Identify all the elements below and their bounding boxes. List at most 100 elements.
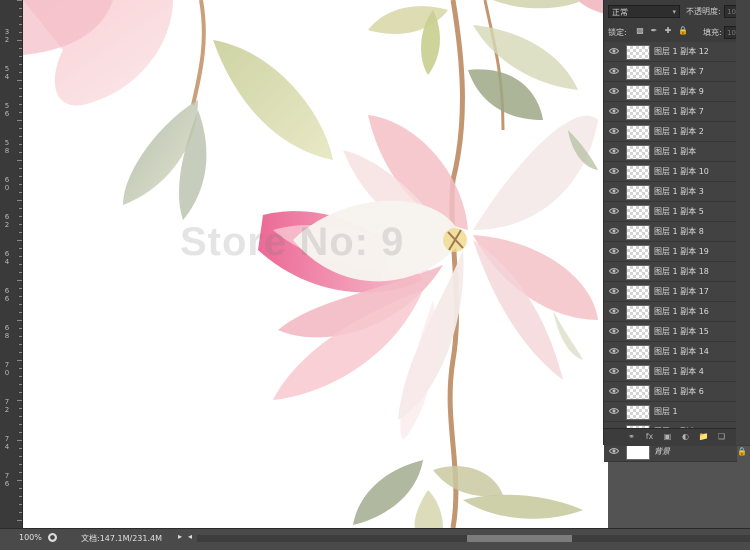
ruler-tick	[0, 496, 22, 497]
horizontal-scrollbar[interactable]	[197, 535, 750, 542]
layer-thumbnail	[626, 385, 650, 400]
layer-thumbnail	[626, 205, 650, 220]
layer-row[interactable]: 图层 1 副本 16	[604, 302, 737, 322]
layer-thumbnail	[626, 245, 650, 260]
ruler-tick	[0, 312, 22, 313]
eye-icon[interactable]	[609, 47, 619, 55]
eye-icon[interactable]	[609, 447, 619, 455]
ruler-tick	[0, 88, 22, 89]
layer-row[interactable]: 图层 1 副本 4	[604, 362, 737, 382]
ruler-tick	[0, 320, 22, 321]
blend-mode-select[interactable]: 正常 ▾	[608, 5, 680, 18]
eye-icon[interactable]	[609, 127, 619, 135]
mask-icon[interactable]: ▣	[662, 432, 673, 442]
eye-icon[interactable]	[609, 107, 619, 115]
eye-icon[interactable]	[609, 187, 619, 195]
eye-icon[interactable]	[609, 287, 619, 295]
ruler-tick	[0, 280, 22, 281]
eye-icon[interactable]	[609, 147, 619, 155]
layer-name: 图层 1 副本 10	[654, 167, 709, 176]
eye-icon[interactable]	[609, 367, 619, 375]
ruler-label: 6 2	[4, 213, 10, 229]
ruler-tick	[0, 464, 22, 465]
layer-name: 图层 1 副本 6	[654, 387, 704, 396]
ruler-tick	[0, 56, 22, 57]
layer-row[interactable]: 图层 1 副本 3	[604, 182, 737, 202]
eye-icon[interactable]	[609, 347, 619, 355]
lock-all-icon[interactable]: 🔒	[678, 27, 688, 35]
ruler-tick	[0, 432, 22, 433]
eye-icon[interactable]	[609, 407, 619, 415]
layers-panel: 正常 ▾ 不透明度: 100% 锁定: ▩ ✒ ✚ 🔒 填充: 100% 图层 …	[603, 0, 750, 462]
ruler-tick	[0, 488, 22, 489]
scroll-left-icon[interactable]: ◂	[188, 532, 192, 541]
ruler-tick	[0, 344, 22, 345]
vertical-ruler: 3 2 5 4 5 6 5 8 6 0 6 2 6 4 6 6 6 8 7 0 7 2 7 4 7 6	[0, 0, 23, 528]
layer-row[interactable]: 图层 1 副本 12	[604, 42, 737, 62]
layer-thumbnail	[626, 125, 650, 140]
layer-row[interactable]: 图层 1 副本 18	[604, 262, 737, 282]
layer-thumbnail	[626, 45, 650, 60]
ruler-tick	[0, 128, 22, 129]
zoom-level[interactable]: 100%	[19, 533, 42, 542]
ruler-label: 6 4	[4, 250, 10, 266]
eye-icon[interactable]	[609, 327, 619, 335]
ruler-tick	[0, 24, 22, 25]
layer-row[interactable]: 图层 1 副本 9	[604, 82, 737, 102]
ruler-label: 5 4	[4, 65, 10, 81]
document-canvas[interactable]: Store No: 9	[23, 0, 608, 528]
layer-row[interactable]: 图层 1 副本 15	[604, 322, 737, 342]
eye-icon[interactable]	[609, 207, 619, 215]
info-icon[interactable]: ●	[48, 533, 57, 542]
layer-row[interactable]: 图层 1 副本	[604, 142, 737, 162]
layers-panel-toolbar: ⚭fx▣◐📁❏🗑	[604, 428, 750, 446]
layer-row[interactable]: 图层 1 副本 8	[604, 222, 737, 242]
layer-row[interactable]: 图层 1	[604, 402, 737, 422]
eye-icon[interactable]	[609, 247, 619, 255]
horizontal-scroll-thumb[interactable]	[467, 535, 572, 542]
eye-icon[interactable]	[609, 307, 619, 315]
layer-name: 图层 1 副本 9	[654, 87, 704, 96]
layer-row[interactable]: 图层 1 副本 19	[604, 242, 737, 262]
group-folder-icon[interactable]: 📁	[698, 432, 709, 442]
ruler-label: 5 6	[4, 102, 10, 118]
adjustment-icon[interactable]: ◐	[680, 432, 691, 442]
lock-transparent-icon[interactable]: ▩	[636, 27, 644, 35]
ruler-tick	[0, 520, 22, 521]
layer-name: 图层 1 副本 19	[654, 247, 709, 256]
lock-paint-icon[interactable]: ✒	[650, 27, 658, 35]
layer-name: 图层 1 副本 2	[654, 127, 704, 136]
layer-row[interactable]: 图层 1 副本 5	[604, 202, 737, 222]
blend-mode-value: 正常	[612, 8, 628, 17]
lock-row: 锁定: ▩ ✒ ✚ 🔒 填充: 100%	[604, 22, 750, 43]
lock-move-icon[interactable]: ✚	[664, 27, 672, 35]
new-layer-icon[interactable]: ❏	[716, 432, 727, 442]
layer-row[interactable]: 图层 1 副本 2	[604, 122, 737, 142]
panel-scrollbar[interactable]	[736, 0, 750, 445]
layer-name: 图层 1 副本 15	[654, 327, 709, 336]
eye-icon[interactable]	[609, 67, 619, 75]
ruler-tick	[0, 424, 22, 425]
layer-row[interactable]: 图层 1 副本 10	[604, 162, 737, 182]
layer-thumbnail	[626, 285, 650, 300]
layer-row[interactable]: 图层 1 副本 17	[604, 282, 737, 302]
layer-name: 图层 1 副本 16	[654, 307, 709, 316]
layer-row[interactable]: 图层 1 副本 14	[604, 342, 737, 362]
ruler-tick	[0, 232, 22, 233]
link-layers-icon[interactable]: ⚭	[626, 432, 637, 442]
menu-arrow-icon[interactable]: ▸	[178, 532, 182, 541]
eye-icon[interactable]	[609, 227, 619, 235]
eye-icon[interactable]	[609, 167, 619, 175]
layer-row[interactable]: 图层 1 副本 7	[604, 102, 737, 122]
ruler-tick	[0, 120, 22, 121]
eye-icon[interactable]	[609, 267, 619, 275]
eye-icon[interactable]	[609, 387, 619, 395]
layer-name: 图层 1 副本 12	[654, 47, 709, 56]
fx-icon[interactable]: fx	[644, 432, 655, 442]
ruler-tick	[0, 48, 22, 49]
layer-thumbnail	[626, 345, 650, 360]
layer-row[interactable]: 图层 1 副本 7	[604, 62, 737, 82]
eye-icon[interactable]	[609, 87, 619, 95]
layer-row[interactable]: 图层 1 副本 6	[604, 382, 737, 402]
document-info: 文档:147.1M/231.4M	[81, 534, 162, 543]
